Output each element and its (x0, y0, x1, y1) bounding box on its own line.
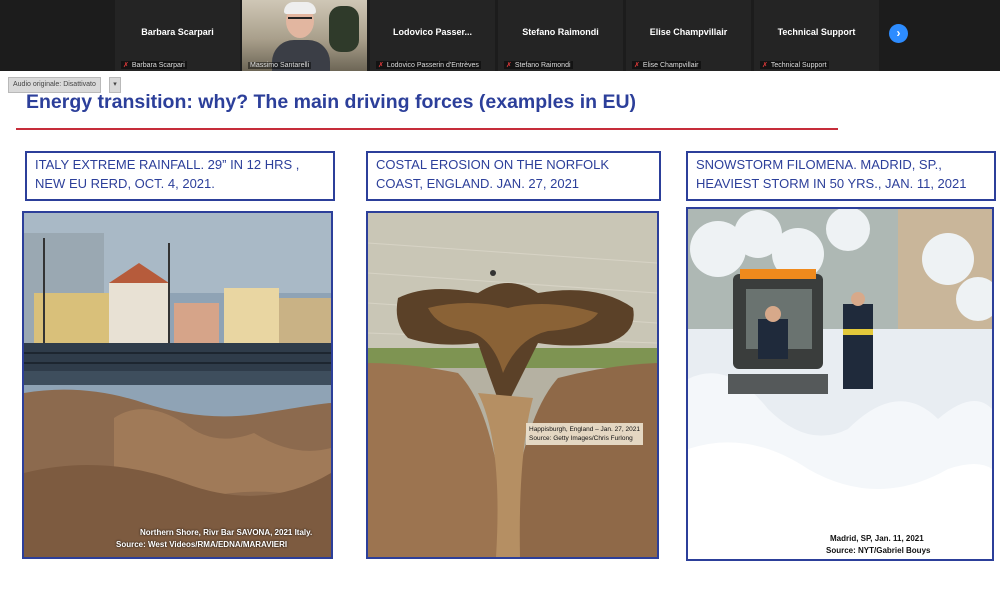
participant-footer-name: Elise Champvillair (642, 62, 699, 69)
label-line: Happisburgh, England – Jan. 27, 2021 (529, 426, 640, 433)
participant-footer: ✗ Stefano Raimondi (504, 61, 573, 69)
caption-line: SNOWSTORM FILOMENA. MADRID, SP., (696, 157, 942, 172)
speaker-glasses (288, 17, 312, 23)
participant-footer: ✗ Lodovico Passerin d'Entrèves (376, 61, 481, 69)
muted-mic-icon: ✗ (634, 62, 640, 69)
caption-line: COSTAL EROSION ON THE NORFOLK (376, 157, 610, 172)
participant-footer-name: Massimo Santarelli (250, 62, 310, 69)
slide-title: Energy transition: why? The main driving… (26, 91, 637, 113)
participant-name: Lodovico Passer... (392, 27, 473, 37)
background-plant (329, 6, 359, 52)
participant-tile[interactable]: Technical Support ✗ Technical Support (754, 0, 879, 71)
participant-footer-name: Stefano Raimondi (514, 62, 571, 69)
speaker-hair (284, 2, 316, 14)
caption-norfolk: COSTAL EROSION ON THE NORFOLK COAST, ENG… (366, 151, 661, 201)
muted-mic-icon: ✗ (378, 62, 384, 69)
caption-line: COAST, ENGLAND. JAN. 27, 2021 (376, 176, 580, 191)
participant-video-tile[interactable]: Massimo Santarelli (242, 0, 367, 71)
muted-mic-icon: ✗ (762, 62, 768, 69)
participant-footer-name: Technical Support (770, 62, 827, 69)
shared-slide: Audio originale: Disattivato ▾ Energy tr… (0, 71, 1000, 596)
participant-strip: Barbara Scarpari ✗ Barbara Scarpari Massi… (0, 0, 1000, 71)
participant-footer: Massimo Santarelli (248, 62, 312, 69)
photo-credit: Source: NYT/Gabriel Bouys (826, 546, 931, 555)
caption-madrid: SNOWSTORM FILOMENA. MADRID, SP., HEAVIES… (686, 151, 996, 201)
participant-footer-name: Lodovico Passerin d'Entrèves (386, 62, 479, 69)
caption-line: ITALY EXTREME RAINFALL. 29” IN 12 HRS , (35, 157, 300, 172)
participant-tile[interactable]: Stefano Raimondi ✗ Stefano Raimondi (498, 0, 623, 71)
photo-credit: Source: West Videos/RMA/EDNA/MARAVIERI (116, 540, 288, 549)
erosion-photo: Happisburgh, England – Jan. 27, 2021 Sou… (366, 211, 659, 559)
photo-credit: Madrid, SP, Jan. 11, 2021 (830, 534, 924, 543)
flood-photo: Northern Shore, Rivr Bar SAVONA, 2021 It… (22, 211, 333, 559)
snowstorm-image (688, 209, 992, 559)
muted-mic-icon: ✗ (123, 62, 129, 69)
snowstorm-photo: Madrid, SP, Jan. 11, 2021 Source: NYT/Ga… (686, 207, 994, 561)
photo-source-label: Happisburgh, England – Jan. 27, 2021 Sou… (526, 423, 643, 445)
participant-name: Technical Support (777, 27, 856, 37)
participant-tile[interactable]: Lodovico Passer... ✗ Lodovico Passerin d'… (370, 0, 495, 71)
photo-credit: Northern Shore, Rivr Bar SAVONA, 2021 It… (140, 528, 313, 537)
erosion-image (368, 213, 657, 557)
participant-name: Elise Champvillair (649, 27, 728, 37)
caption-italy: ITALY EXTREME RAINFALL. 29” IN 12 HRS , … (25, 151, 335, 201)
caption-line: NEW EU RERD, OCT. 4, 2021. (35, 176, 215, 191)
chevron-right-icon[interactable]: › (889, 24, 908, 43)
participant-name: Barbara Scarpari (141, 27, 214, 37)
flood-image (24, 213, 331, 557)
participant-footer: ✗ Elise Champvillair (632, 61, 701, 69)
title-divider (16, 128, 838, 130)
muted-mic-icon: ✗ (506, 62, 512, 69)
caption-line: HEAVIEST STORM IN 50 YRS., JAN. 11, 2021 (696, 176, 967, 191)
participant-tile[interactable]: Elise Champvillair ✗ Elise Champvillair (626, 0, 751, 71)
participant-footer: ✗ Technical Support (760, 61, 829, 69)
participant-name: Stefano Raimondi (522, 27, 599, 37)
participant-footer-name: Barbara Scarpari (131, 62, 185, 69)
label-line: Source: Getty Images/Chris Furlong (529, 435, 633, 442)
participant-tile[interactable]: Barbara Scarpari ✗ Barbara Scarpari (115, 0, 240, 71)
participant-footer: ✗ Barbara Scarpari (121, 61, 187, 69)
